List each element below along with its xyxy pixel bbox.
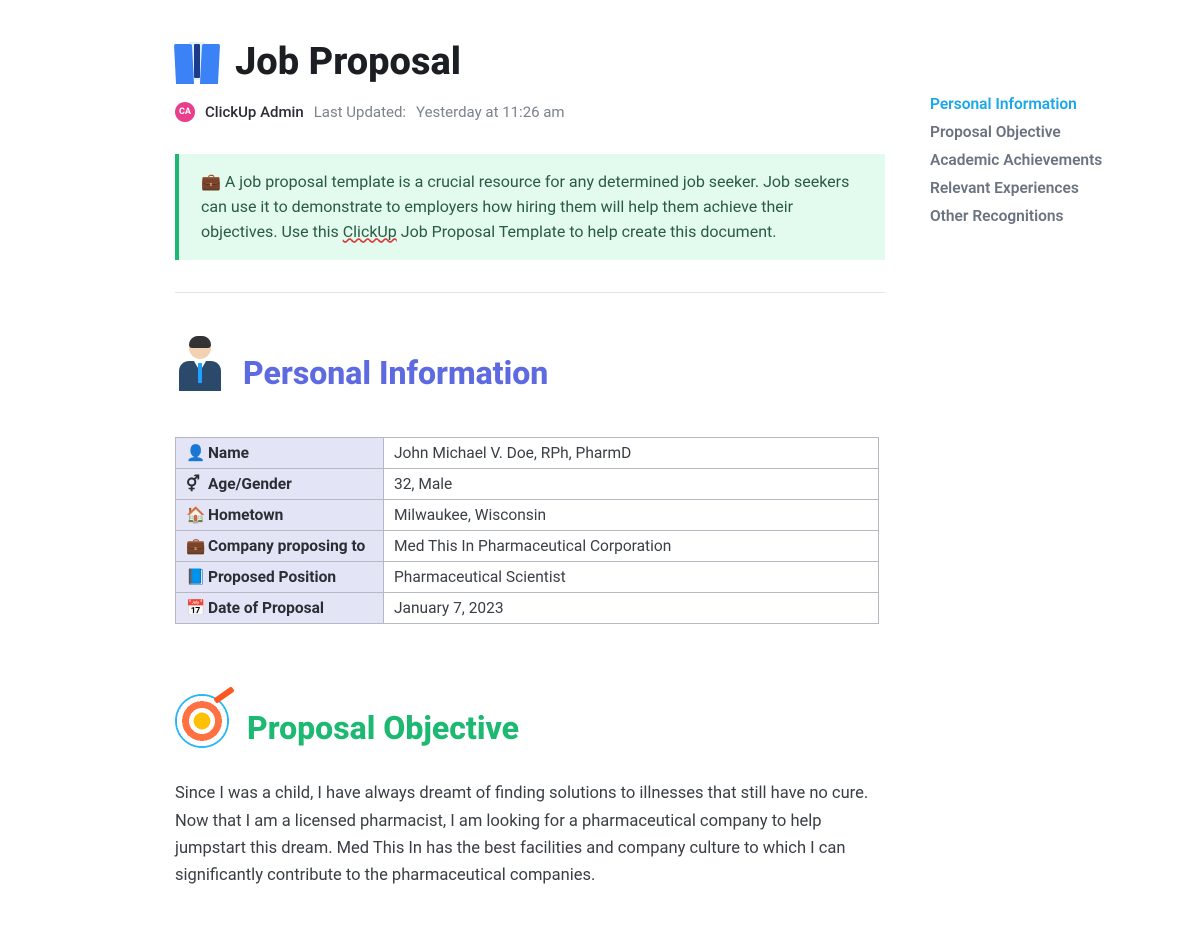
meta-row: CA ClickUp Admin Last Updated: Yesterday… xyxy=(175,102,885,122)
table-value-cell: Milwaukee, Wisconsin xyxy=(384,500,879,531)
table-key-cell: 📘Proposed Position xyxy=(176,562,384,593)
table-key-label: Hometown xyxy=(208,506,283,524)
table-row[interactable]: 📘Proposed PositionPharmaceutical Scienti… xyxy=(176,562,879,593)
row-icon: 👤 xyxy=(186,444,204,462)
row-icon: 💼 xyxy=(186,537,204,555)
table-key-cell: 👤Name xyxy=(176,438,384,469)
briefcase-icon: 💼 xyxy=(201,172,221,191)
table-key-label: Proposed Position xyxy=(208,568,336,586)
toc-item[interactable]: Other Recognitions xyxy=(930,202,1180,230)
table-row[interactable]: 👤NameJohn Michael V. Doe, RPh, PharmD xyxy=(176,438,879,469)
table-key-label: Age/Gender xyxy=(208,475,292,493)
toc-item[interactable]: Academic Achievements xyxy=(930,146,1180,174)
table-key-label: Company proposing to xyxy=(208,537,365,555)
table-key-cell: 📅Date of Proposal xyxy=(176,593,384,624)
table-key-cell: ⚥Age/Gender xyxy=(176,469,384,500)
section-objective-head: Proposal Objective xyxy=(175,694,885,748)
table-key-label: Date of Proposal xyxy=(208,599,324,617)
table-value-cell: Pharmaceutical Scientist xyxy=(384,562,879,593)
toc-sidebar: Personal InformationProposal ObjectiveAc… xyxy=(930,40,1180,889)
callout-text-after: Job Proposal Template to help create thi… xyxy=(397,222,777,241)
personal-info-table: 👤NameJohn Michael V. Doe, RPh, PharmD⚥Ag… xyxy=(175,437,879,624)
table-row[interactable]: 🏠HometownMilwaukee, Wisconsin xyxy=(176,500,879,531)
table-value-cell: 32, Male xyxy=(384,469,879,500)
row-icon: 🏠 xyxy=(186,506,204,524)
table-row[interactable]: 💼Company proposing toMed This In Pharmac… xyxy=(176,531,879,562)
title-row: Job Proposal xyxy=(175,40,885,84)
avatar[interactable]: CA xyxy=(175,102,195,122)
table-key-cell: 🏠Hometown xyxy=(176,500,384,531)
row-icon: ⚥ xyxy=(186,475,204,493)
intro-callout[interactable]: 💼 A job proposal template is a crucial r… xyxy=(175,154,885,260)
divider xyxy=(175,292,885,293)
person-icon xyxy=(175,337,225,393)
last-updated-label: Last Updated: xyxy=(314,103,406,121)
table-value-cell: Med This In Pharmaceutical Corporation xyxy=(384,531,879,562)
row-icon: 📘 xyxy=(186,568,204,586)
section-personal-info-head: Personal Information xyxy=(175,337,885,393)
suit-tie-icon xyxy=(175,40,219,84)
table-value-cell: John Michael V. Doe, RPh, PharmD xyxy=(384,438,879,469)
toc-item[interactable]: Proposal Objective xyxy=(930,118,1180,146)
target-icon xyxy=(175,694,229,748)
last-updated-value: Yesterday at 11:26 am xyxy=(416,103,565,121)
table-key-cell: 💼Company proposing to xyxy=(176,531,384,562)
table-key-label: Name xyxy=(208,444,249,462)
personal-info-heading[interactable]: Personal Information xyxy=(243,357,548,393)
toc-item[interactable]: Personal Information xyxy=(930,90,1180,118)
toc-item[interactable]: Relevant Experiences xyxy=(930,174,1180,202)
clickup-link[interactable]: ClickUp xyxy=(343,222,397,241)
author-name[interactable]: ClickUp Admin xyxy=(205,103,304,121)
objective-body[interactable]: Since I was a child, I have always dream… xyxy=(175,780,885,889)
table-value-cell: January 7, 2023 xyxy=(384,593,879,624)
row-icon: 📅 xyxy=(186,599,204,617)
table-row[interactable]: 📅Date of ProposalJanuary 7, 2023 xyxy=(176,593,879,624)
table-row[interactable]: ⚥Age/Gender32, Male xyxy=(176,469,879,500)
page-title[interactable]: Job Proposal xyxy=(235,40,461,84)
objective-heading[interactable]: Proposal Objective xyxy=(247,712,519,748)
